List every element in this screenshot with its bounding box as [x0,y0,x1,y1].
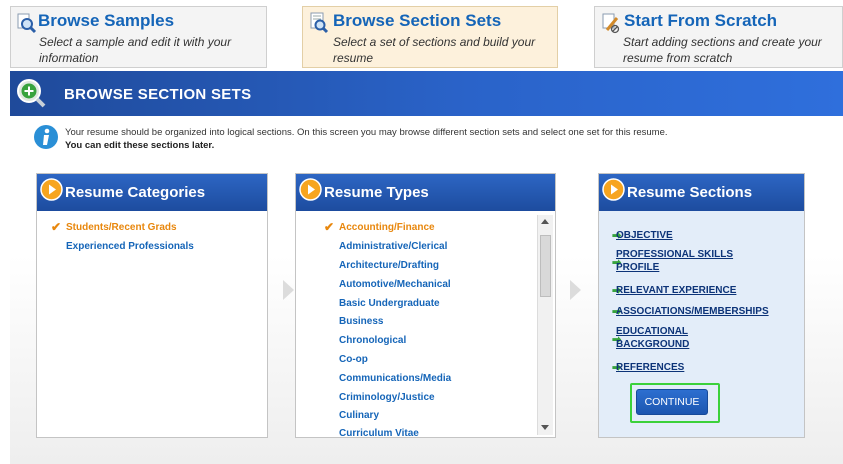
section-item-label: PROFILE [616,262,660,273]
option-title: Browse Section Sets [333,11,502,30]
section-item-label: OBJECTIVE [616,230,673,241]
type-item[interactable]: Criminology/Justice [339,392,435,403]
magnifier-plus-icon [17,79,46,108]
info-icon [34,125,58,149]
play-icon [299,178,322,201]
types-title: Resume Types [324,184,429,201]
option-description: Select a sample and edit it with your in… [39,35,232,65]
option-start-from-scratch[interactable]: Start From Scratch Start adding sections… [594,6,843,68]
info-line-bold: You can edit these sections later. [65,140,215,151]
page: Browse Samples Select a sample and edit … [0,0,843,464]
type-item[interactable]: Chronological [339,335,406,346]
section-item: EDUCATIONAL BACKGROUND [616,325,689,351]
type-item[interactable]: Administrative/Clerical [339,241,447,252]
info-message: Your resume should be organized into log… [65,126,668,152]
scrollbar-thumb[interactable] [540,235,551,297]
section-item: ASSOCIATIONS/MEMBERSHIPS [616,305,769,318]
checkmark-icon: ✔ [324,220,335,234]
section-item: OBJECTIVE [616,229,673,242]
magnifier-icon [17,13,37,34]
option-title: Browse Samples [38,11,175,30]
section-item: REFERENCES [616,361,684,374]
chevron-right-icon [283,280,294,300]
sections-title: Resume Sections [627,184,753,201]
magnifier-document-icon [310,12,329,34]
section-item: RELEVANT EXPERIENCE [616,284,736,297]
scroll-down-icon[interactable] [541,425,549,430]
section-banner: BROWSE SECTION SETS [10,71,843,116]
section-item: PROFESSIONAL SKILLS PROFILE [616,248,733,274]
chevron-right-icon [570,280,581,300]
type-item[interactable]: Communications/Media [339,373,451,384]
categories-title: Resume Categories [65,184,206,201]
category-item[interactable]: Experienced Professionals [66,241,194,252]
type-item[interactable]: Business [339,316,383,327]
scroll-up-icon[interactable] [541,219,549,224]
type-item[interactable]: Co-op [339,354,368,365]
categories-panel: Resume Categories [36,173,268,438]
pencil-icon [602,13,620,34]
types-header: Resume Types [296,174,555,211]
type-item[interactable]: Basic Undergraduate [339,298,440,309]
category-item[interactable]: Students/Recent Grads [66,222,177,233]
type-item[interactable]: Accounting/Finance [339,222,435,233]
section-item-label: REFERENCES [616,362,685,373]
info-line: Your resume should be organized into log… [65,127,668,138]
play-icon [602,178,625,201]
option-browse-section-sets[interactable]: Browse Section Sets Select a set of sect… [302,6,558,68]
banner-title: BROWSE SECTION SETS [64,86,252,103]
option-browse-samples[interactable]: Browse Samples Select a sample and edit … [10,6,267,68]
continue-button[interactable]: CONTINUE [636,389,708,415]
option-description: Start adding sections and create your re… [623,35,822,65]
section-item-label: PROFESSIONAL SKILLS [616,249,734,260]
play-icon [40,178,63,201]
section-item-label: EDUCATIONAL [616,326,689,337]
section-item-label: RELEVANT EXPERIENCE [616,285,737,296]
type-item[interactable]: Culinary [339,410,379,421]
section-item-label: BACKGROUND [616,339,690,350]
option-title: Start From Scratch [624,11,778,30]
sections-header: Resume Sections [599,174,804,211]
option-description: Select a set of sections and build your … [333,35,536,65]
section-item-label: ASSOCIATIONS/MEMBERSHIPS [616,306,769,317]
type-item[interactable]: Curriculum Vitae [339,428,419,439]
categories-header: Resume Categories [37,174,267,211]
types-scrollbar[interactable] [537,215,553,435]
type-item[interactable]: Architecture/Drafting [339,260,439,271]
checkmark-icon: ✔ [51,220,62,234]
type-item[interactable]: Automotive/Mechanical [339,279,451,290]
